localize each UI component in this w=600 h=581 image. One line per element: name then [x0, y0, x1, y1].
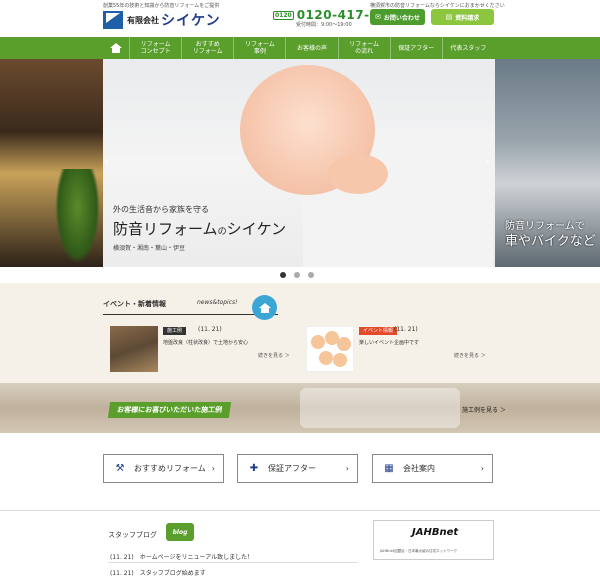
hero-main-slide: 外の生活音から家族を守る 防音リフォームのシイケン 横須賀・湘南・葉山・伊豆: [103, 59, 495, 267]
company-info-button[interactable]: ▦ 会社案内 ›: [372, 454, 493, 483]
hero-next-slide-image: 防音リフォームで 車やバイクなど: [495, 59, 600, 267]
nav-item-voices[interactable]: お客様の声: [285, 37, 337, 59]
works-banner-label: お客様にお喜びいただいた施工例: [107, 402, 232, 418]
building-icon: ▦: [384, 463, 394, 474]
chevron-right-icon: ›: [480, 464, 484, 473]
news-date: (11. 21): [394, 326, 418, 333]
contact-button[interactable]: ✉ お問い合わせ: [370, 9, 425, 25]
contact-button-label: お問い合わせ: [383, 14, 420, 22]
recommended-reform-button[interactable]: ⚒ おすすめリフォーム ›: [103, 454, 224, 483]
news-thumbnail: [306, 326, 354, 372]
blog-title: スタッフブログ: [108, 531, 157, 539]
hero-title: 防音リフォームのシイケン: [113, 220, 287, 238]
hero-subtitle: 外の生活音から家族を守る: [113, 205, 209, 214]
chevron-right-icon: ›: [211, 464, 215, 473]
news-section: イベント・新着情報 news&topics! 施工例 (11. 21) 地盤改良…: [0, 283, 600, 383]
news-underline: [103, 314, 278, 315]
news-read-more-link[interactable]: 続きを見る ＞: [258, 352, 290, 359]
blog-section: スタッフブログ blog (11. 21) ホームページをリニューアル致しました…: [0, 510, 600, 581]
hero-slider: 外の生活音から家族を守る 防音リフォームのシイケン 横須賀・湘南・葉山・伊豆 防…: [0, 59, 600, 267]
hero-next-caption: 防音リフォームで 車やバイクなど: [505, 221, 596, 249]
news-item[interactable]: イベント情報 (11. 21) 楽しいイベント企画中です 続きを見る ＞: [306, 326, 486, 376]
jahb-logo: JAHBnet: [412, 527, 459, 538]
news-item[interactable]: 施工例 (11. 21) 地盤改良（柱状改良）で土地から安心 続きを見る ＞: [110, 326, 290, 376]
nav-home[interactable]: [103, 37, 129, 59]
quick-links: ⚒ おすすめリフォーム › ✚ 保証アフター › ▦ 会社案内 ›: [0, 433, 600, 510]
request-docs-label: 資料請求: [455, 14, 480, 22]
news-category-tag: 施工例: [163, 327, 187, 335]
logo-mark-icon: [103, 11, 123, 29]
news-category-tag: イベント情報: [359, 327, 398, 335]
hero-caption: 外の生活音から家族を守る 防音リフォームのシイケン 横須賀・湘南・葉山・伊豆: [113, 204, 286, 252]
news-heading: イベント・新着情報: [103, 300, 166, 308]
site-logo[interactable]: 有限会社 シイケン: [103, 10, 221, 30]
puzzle-icon: ✚: [249, 463, 259, 474]
news-thumbnail: [110, 326, 158, 372]
works-banner[interactable]: お客様にお喜びいただいた施工例 施工例を見る ＞: [0, 383, 600, 433]
slider-dot[interactable]: [308, 272, 314, 278]
nav-item-staff[interactable]: 代表スタッフ: [441, 37, 494, 59]
home-icon: [110, 43, 122, 53]
jahb-caption: JAHBnet加盟店・日本最大級の住宅ネットワーク: [380, 549, 458, 553]
slider-dot[interactable]: [294, 272, 300, 278]
news-read-more-link[interactable]: 続きを見る ＞: [454, 352, 486, 359]
nav-item-warranty[interactable]: 保証アフター: [389, 37, 442, 59]
nav-item-cases[interactable]: リフォーム 事例: [233, 37, 285, 59]
chevron-right-icon: ›: [345, 464, 349, 473]
slider-next-arrow-icon[interactable]: ›: [484, 154, 490, 170]
document-icon: ▤: [445, 13, 453, 21]
news-home-badge-icon: [252, 295, 277, 320]
news-title[interactable]: 楽しいイベント企画中です: [359, 339, 419, 346]
blog-badge: blog: [166, 523, 194, 541]
nav-item-recommended[interactable]: おすすめ リフォーム: [181, 37, 233, 59]
news-topics-label: news&topics!: [197, 299, 238, 306]
slider-dots: [280, 272, 314, 278]
works-more-link[interactable]: 施工例を見る ＞: [462, 405, 506, 414]
news-date: (11. 21): [198, 326, 222, 333]
main-nav: リフォーム コンセプト おすすめ リフォーム リフォーム 事例 お客様の声 リフ…: [0, 37, 600, 59]
jahb-partner-banner[interactable]: JAHBnet JAHBnet加盟店・日本最大級の住宅ネットワーク: [373, 520, 494, 560]
blog-list-item[interactable]: (11. 21) ホームページをリニューアル致しました！: [110, 552, 253, 561]
slider-dot[interactable]: [280, 272, 286, 278]
site-header: 創業55年の技術と知識から防音リフォームをご提供 有限会社 シイケン 横須賀市の…: [0, 0, 600, 37]
nav-item-flow[interactable]: リフォーム の流れ: [337, 37, 390, 59]
nav-item-concept[interactable]: リフォーム コンセプト: [129, 37, 181, 59]
slider-prev-arrow-icon[interactable]: ‹: [104, 154, 110, 170]
news-title[interactable]: 地盤改良（柱状改良）で土地から安心: [163, 339, 248, 346]
hammer-icon: ⚒: [115, 463, 125, 474]
logo-company-prefix: 有限会社: [127, 15, 159, 25]
mail-icon: ✉: [375, 13, 381, 21]
business-hours: 受付時間：9:00～19:00: [296, 22, 352, 28]
warranty-button[interactable]: ✚ 保証アフター ›: [237, 454, 358, 483]
request-docs-button[interactable]: ▤ 資料請求: [431, 9, 494, 25]
hero-prev-slide-image: [0, 59, 103, 267]
header-tagline: 創業55年の技術と知識から防音リフォームをご提供: [103, 3, 220, 9]
blog-list-item[interactable]: (11. 21) スタッフブログ始めます: [110, 568, 206, 577]
hero-service-area: 横須賀・湘南・葉山・伊豆: [113, 245, 186, 252]
free-dial-icon: 0120: [273, 10, 294, 20]
logo-company-name: シイケン: [161, 13, 221, 29]
